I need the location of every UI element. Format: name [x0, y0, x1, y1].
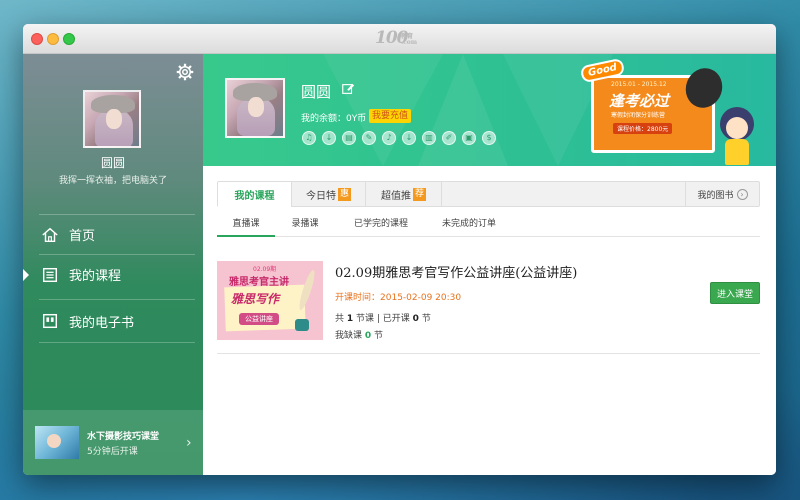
tab-today-deals[interactable]: 今日特惠	[292, 182, 366, 206]
recharge-button[interactable]: 我要充值	[369, 109, 412, 123]
profile-avatar[interactable]	[225, 78, 285, 138]
sidebar: 圆圆 我挥一挥衣袖，把电脑关了 首页 我的课程 我的电子书 水下摄影技巧课堂 5…	[23, 54, 203, 475]
sidebar-item-home[interactable]: 首页	[39, 214, 195, 254]
subtab-unfinished-orders[interactable]: 未完成的订单	[427, 215, 511, 237]
profile-banner: 圆圆 我的余额：0Y币 我要充值 ♫ ↓ ▤ ✎ ♪ ↓ ▥ ✐ ▣ $ Goo…	[203, 54, 776, 166]
main-content: 圆圆 我的余额：0Y币 我要充值 ♫ ↓ ▤ ✎ ♪ ↓ ▥ ✐ ▣ $ Goo…	[203, 54, 776, 475]
minimize-window-button[interactable]	[47, 33, 59, 45]
ad-subline: 寒假封闭保分训练营	[611, 112, 666, 119]
home-icon	[42, 227, 58, 242]
subtab-live[interactable]: 直播课	[217, 215, 275, 237]
maximize-window-button[interactable]	[63, 33, 75, 45]
ad-price: 课程价格：2800元	[613, 123, 673, 134]
enter-classroom-button[interactable]: 进入课堂	[710, 282, 760, 304]
balance-text: 我的余额：0Y币	[301, 114, 367, 124]
headphones-badge-icon[interactable]: ♫	[302, 131, 316, 145]
course-start-time: 开课时间：2015-02-09 20:30	[335, 293, 462, 303]
app-logo: 100 教育 .com	[375, 28, 418, 48]
audio-badge-icon[interactable]: ♪	[382, 131, 396, 145]
download-badge-icon[interactable]: ↓	[322, 131, 336, 145]
course-subtabs: 直播课 录播课 已学完的课程 未完成的订单	[217, 215, 760, 237]
chevron-right-icon[interactable]: ›	[186, 435, 192, 451]
download-badge-icon[interactable]: ↓	[402, 131, 416, 145]
promo-subtitle: 5分钟后开课	[87, 447, 138, 457]
course-list-icon	[42, 267, 58, 282]
close-window-button[interactable]	[31, 33, 43, 45]
promo-banner-ad[interactable]: Good 2015.01 - 2015.12 逢考必过 寒假封闭保分训练营 课程…	[579, 57, 728, 153]
inkpot-icon	[295, 319, 309, 331]
sidebar-item-my-courses[interactable]: 我的课程	[23, 254, 195, 294]
edit-name-icon[interactable]	[341, 82, 355, 96]
ad-headline: 逢考必过	[609, 92, 670, 110]
pencil-badge-icon[interactable]: ✎	[362, 131, 376, 145]
settings-gear-icon[interactable]	[176, 63, 194, 81]
upcoming-class-promo[interactable]: 水下摄影技巧课堂 5分钟后开课 ›	[23, 410, 203, 475]
sidebar-username: 圆圆	[100, 156, 125, 170]
sidebar-item-ebooks[interactable]: 我的电子书	[39, 299, 195, 343]
achievement-badges: ♫ ↓ ▤ ✎ ♪ ↓ ▥ ✐ ▣ $	[302, 131, 496, 145]
title-bar[interactable]: 100 教育 .com	[23, 24, 776, 54]
profile-name: 圆圆	[301, 83, 332, 101]
book-badge-icon[interactable]: ▤	[342, 131, 356, 145]
subtab-completed[interactable]: 已学完的课程	[339, 215, 423, 237]
course-tabs: 我的课程 今日特惠 超值推荐 我的图书 ›	[217, 181, 760, 207]
ad-date: 2015.01 - 2015.12	[611, 81, 667, 88]
dollar-badge-icon[interactable]: $	[482, 131, 496, 145]
app-window: 100 教育 .com 圆圆 我挥一挥衣袖，把电脑关了 首页 我的课程 我的电子…	[23, 24, 776, 475]
tab-recommended[interactable]: 超值推荐	[366, 182, 442, 206]
subtab-recorded[interactable]: 录播课	[275, 215, 335, 237]
notes-badge-icon[interactable]: ▥	[422, 131, 436, 145]
sidebar-item-label: 我的电子书	[69, 315, 135, 331]
mascot-girl-icon	[715, 107, 761, 166]
arrow-right-circle-icon: ›	[736, 188, 748, 200]
edit-badge-icon[interactable]: ✐	[442, 131, 456, 145]
sidebar-motto: 我挥一挥衣袖，把电脑关了	[58, 176, 167, 186]
ebook-icon	[42, 313, 58, 329]
course-title[interactable]: 02.09期雅思考官写作公益讲座(公益讲座)	[335, 262, 577, 281]
user-avatar[interactable]	[83, 90, 141, 148]
course-thumbnail[interactable]: 02.09期 雅思考官主讲 雅思写作 公益讲座	[217, 261, 323, 340]
course-missed-count: 我缺课 0 节	[335, 331, 384, 341]
promo-title: 水下摄影技巧课堂	[87, 432, 160, 442]
my-books-link[interactable]: 我的图书 ›	[685, 182, 759, 206]
sidebar-item-label: 我的课程	[69, 269, 122, 284]
sidebar-item-label: 首页	[69, 229, 96, 244]
course-item: 02.09期 雅思考官主讲 雅思写作 公益讲座 02.09期雅思考官写作公益讲座…	[217, 254, 760, 354]
promo-thumbnail	[35, 426, 79, 459]
course-lesson-count: 共 1 节课 | 已开课 0 节	[335, 314, 431, 324]
book-open-badge-icon[interactable]: ▣	[462, 131, 476, 145]
tab-my-courses[interactable]: 我的课程	[218, 182, 292, 207]
